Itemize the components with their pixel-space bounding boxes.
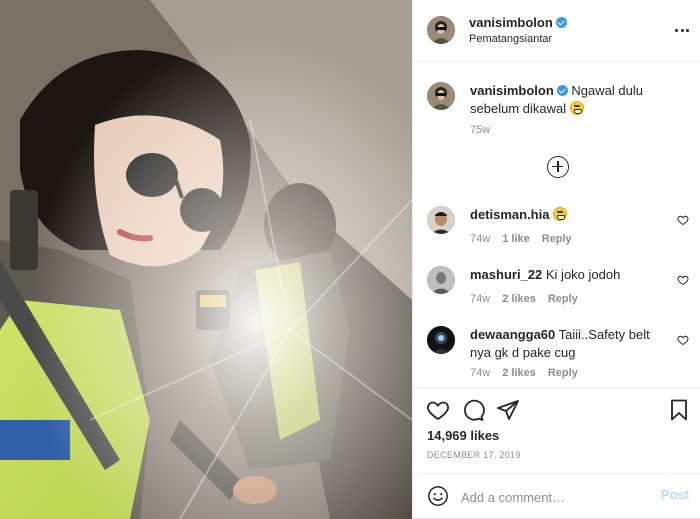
- post-header: vanisimbolon Pematangsiantar: [413, 0, 700, 62]
- plus-circle-icon[interactable]: [547, 156, 569, 178]
- reply-button[interactable]: Reply: [548, 367, 578, 379]
- avatar[interactable]: [427, 16, 455, 44]
- heart-icon[interactable]: [677, 214, 689, 226]
- post-photo[interactable]: [0, 0, 412, 519]
- avatar[interactable]: [427, 206, 455, 234]
- bookmark-icon[interactable]: [667, 398, 691, 422]
- reply-button[interactable]: Reply: [548, 293, 578, 305]
- heart-icon[interactable]: [677, 274, 689, 286]
- instagram-post: vanisimbolon Pematangsiantar vanisimbolo…: [0, 0, 700, 519]
- location-link[interactable]: Pematangsiantar: [469, 33, 552, 45]
- add-comment-bar: Post: [413, 473, 700, 519]
- comment-time[interactable]: 74w: [470, 367, 490, 379]
- post-comment-button[interactable]: Post: [661, 487, 689, 502]
- heart-icon[interactable]: [677, 334, 689, 346]
- photo-illustration: [0, 0, 412, 519]
- comment-likes[interactable]: 1 like: [502, 233, 530, 245]
- comment-likes[interactable]: 2 likes: [502, 367, 536, 379]
- username-link[interactable]: vanisimbolon: [469, 15, 567, 30]
- share-icon[interactable]: [496, 398, 520, 422]
- comment-meta: 74w 1 like Reply: [470, 233, 584, 245]
- comment-likes[interactable]: 2 likes: [502, 293, 536, 305]
- post-actions: 14,969 likes DECEMBER 17, 2019 Post: [413, 387, 700, 519]
- comment-username[interactable]: detisman.hia: [470, 207, 549, 222]
- more-options-icon[interactable]: [675, 22, 689, 38]
- grinning-sweat-emoji-icon: [553, 207, 568, 221]
- comment-username[interactable]: dewaangga60: [470, 327, 555, 342]
- heart-icon[interactable]: [426, 398, 450, 422]
- reply-button[interactable]: Reply: [542, 233, 572, 245]
- comment-text: detisman.hia: [470, 206, 660, 224]
- post-side-panel: vanisimbolon Pematangsiantar vanisimbolo…: [412, 0, 700, 519]
- grinning-sweat-emoji-icon: [569, 101, 584, 115]
- verified-badge-icon: [555, 17, 567, 28]
- comment-body: Ki joko jodoh: [545, 267, 621, 282]
- comment-text: dewaangga60 Taiii..Safety belt nya gk d …: [470, 326, 660, 362]
- username-text[interactable]: vanisimbolon: [469, 15, 553, 30]
- avatar[interactable]: [427, 326, 455, 354]
- comment-text: mashuri_22 Ki joko jodoh: [470, 266, 660, 284]
- verified-badge-icon: [556, 85, 568, 96]
- avatar[interactable]: [427, 82, 455, 110]
- comment-input[interactable]: [461, 487, 651, 507]
- likes-count[interactable]: 14,969 likes: [427, 428, 499, 443]
- comment-meta: 74w 2 likes Reply: [470, 293, 590, 305]
- comment-time[interactable]: 74w: [470, 233, 490, 245]
- caption-username[interactable]: vanisimbolon: [470, 83, 554, 98]
- caption-text: vanisimbolon Ngawal dulu sebelum dikawal: [470, 82, 685, 118]
- comment-meta: 74w 2 likes Reply: [470, 367, 590, 379]
- post-date[interactable]: DECEMBER 17, 2019: [427, 450, 521, 460]
- caption-timestamp[interactable]: 75w: [470, 124, 490, 136]
- comment-time[interactable]: 74w: [470, 293, 490, 305]
- comment-username[interactable]: mashuri_22: [470, 267, 542, 282]
- avatar[interactable]: [427, 266, 455, 294]
- comment-icon[interactable]: [461, 398, 485, 422]
- smiley-icon[interactable]: [427, 485, 449, 507]
